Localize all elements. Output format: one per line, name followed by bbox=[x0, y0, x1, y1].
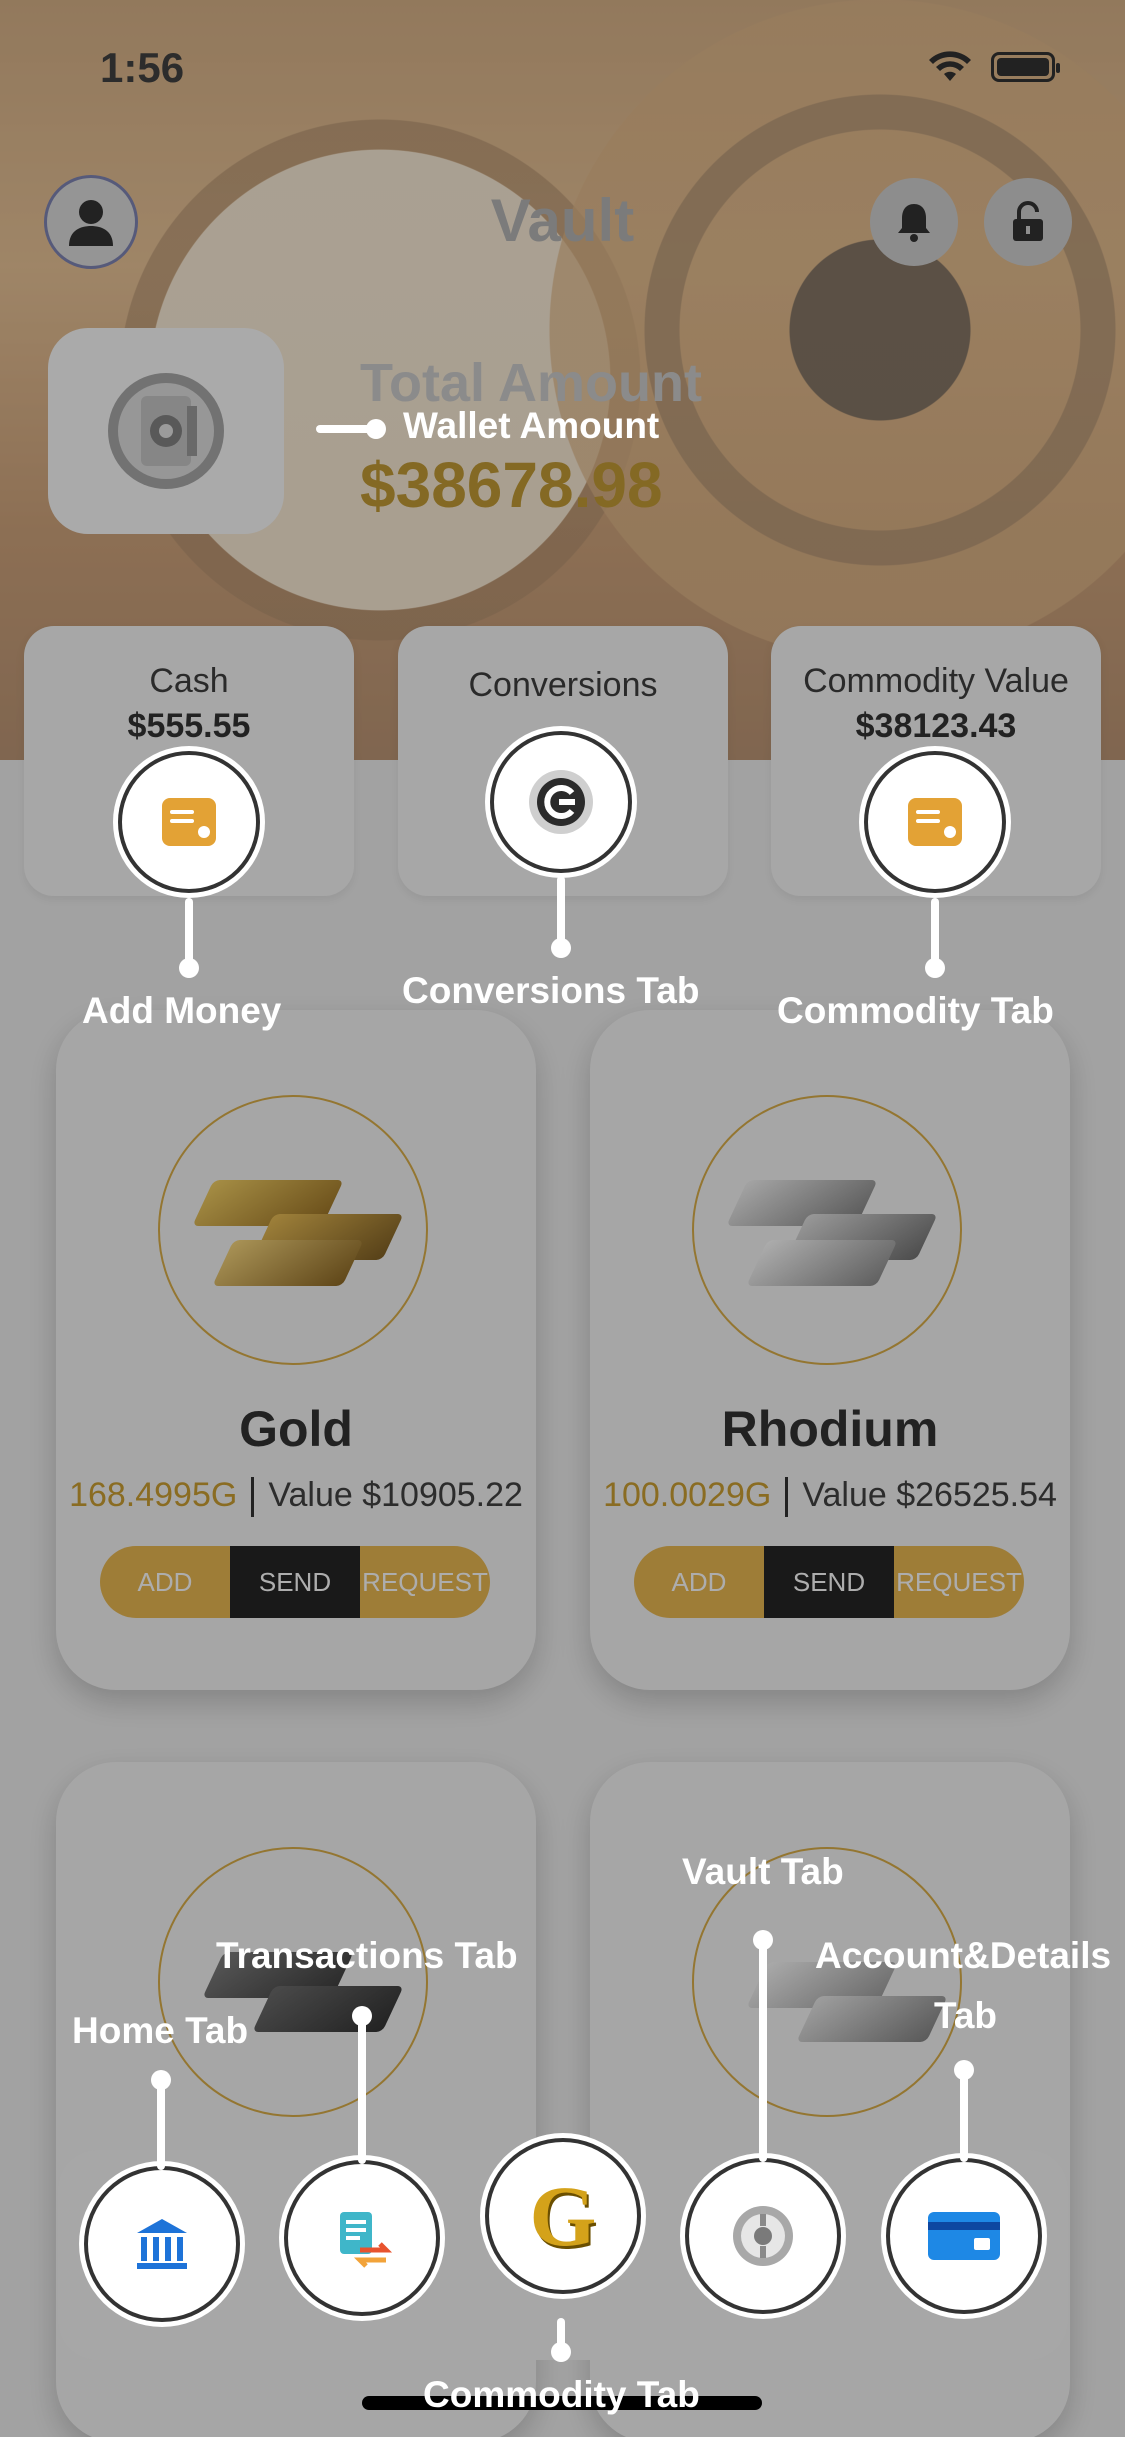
commodity-value-button[interactable] bbox=[868, 755, 1002, 889]
vault-screen: 1:56 Vault Total Amount $38678.98 Cash $… bbox=[0, 0, 1125, 2437]
gold-value: Value $10905.22 bbox=[268, 1476, 523, 1514]
total-amount-value: $38678.98 bbox=[360, 449, 663, 521]
commodity-3-image-ring bbox=[158, 1847, 428, 2117]
commodity-value-label: Commodity Value bbox=[803, 662, 1069, 700]
wallet-amount-annotation: Wallet Amount bbox=[403, 405, 660, 446]
transactions-tab-pointer bbox=[358, 2012, 366, 2164]
tab-account-details[interactable] bbox=[890, 2162, 1038, 2310]
rhodium-add-button[interactable]: ADD bbox=[634, 1546, 764, 1618]
tab-commodity[interactable]: G bbox=[489, 2142, 637, 2290]
battery-icon bbox=[991, 52, 1060, 82]
commodity-tab-annotation: Commodity Tab bbox=[777, 990, 1054, 1031]
status-icons bbox=[927, 50, 1060, 84]
add-money-button[interactable] bbox=[122, 755, 256, 889]
vault-tab-annotation: Vault Tab bbox=[682, 1851, 844, 1892]
commodity-bottom-annotation: Commodity Tab bbox=[423, 2374, 700, 2415]
conversions-dot bbox=[551, 938, 571, 958]
tab-home[interactable] bbox=[88, 2170, 236, 2318]
vault-door-icon bbox=[108, 373, 224, 489]
rhodium-request-button[interactable]: REQUEST bbox=[894, 1546, 1024, 1618]
cash-label: Cash bbox=[149, 662, 229, 700]
transactions-icon bbox=[340, 2212, 393, 2268]
status-time: 1:56 bbox=[100, 44, 185, 91]
bank-icon bbox=[137, 2219, 187, 2269]
unlock-icon bbox=[1013, 201, 1043, 241]
commodity-bottom-dot bbox=[551, 2342, 571, 2362]
rhodium-bars-icon bbox=[726, 1160, 938, 1300]
rhodium-image-ring bbox=[692, 1095, 962, 1365]
rhodium-value: Value $26525.54 bbox=[802, 1476, 1057, 1514]
rhodium-amount: 100.0029G bbox=[603, 1476, 772, 1514]
credit-card-icon bbox=[928, 2212, 1000, 2260]
home-tab-annotation: Home Tab bbox=[72, 2010, 249, 2051]
home-tab-pointer bbox=[157, 2076, 165, 2170]
add-money-dot bbox=[179, 958, 199, 978]
bell-icon bbox=[898, 204, 930, 242]
commodity-g-icon: G bbox=[529, 2168, 597, 2264]
gold-image-ring bbox=[158, 1095, 428, 1365]
rhodium-card[interactable]: Rhodium 100.0029G Value $26525.54 ADD SEN… bbox=[590, 1010, 1070, 1690]
add-money-annotation: Add Money bbox=[82, 990, 282, 1031]
gold-amount: 168.4995G bbox=[69, 1476, 238, 1514]
rhodium-name: Rhodium bbox=[721, 1401, 939, 1457]
commodity-value-amount: $38123.43 bbox=[855, 707, 1017, 745]
gold-bars-icon bbox=[192, 1160, 404, 1300]
conversions-label: Conversions bbox=[468, 666, 658, 704]
conversion-icon bbox=[529, 770, 593, 834]
gold-card[interactable]: Gold 168.4995G Value $10905.22 ADD SEND R… bbox=[56, 1010, 536, 1690]
account-details-annotation: Account&Details bbox=[815, 1935, 1112, 1976]
rhodium-action-segment: ADD SEND REQUEST bbox=[634, 1546, 1024, 1618]
conversions-button[interactable] bbox=[494, 735, 628, 869]
rhodium-send-button[interactable]: SEND bbox=[764, 1546, 894, 1618]
rhodium-meta: 100.0029G Value $26525.54 bbox=[590, 1476, 1070, 1518]
transactions-tab-annotation: Transactions Tab bbox=[216, 1935, 518, 1976]
lock-button[interactable] bbox=[984, 178, 1072, 266]
gold-request-button[interactable]: REQUEST bbox=[360, 1546, 490, 1618]
wallet-icon bbox=[162, 798, 216, 846]
tab-transactions[interactable] bbox=[288, 2164, 436, 2312]
gold-send-button[interactable]: SEND bbox=[230, 1546, 360, 1618]
wallet-icon bbox=[908, 798, 962, 846]
gold-meta: 168.4995G Value $10905.22 bbox=[56, 1476, 536, 1518]
wifi-icon bbox=[929, 51, 971, 81]
cash-value: $555.55 bbox=[127, 707, 251, 745]
conversions-annotation: Conversions Tab bbox=[402, 970, 700, 1011]
wallet-amount-dot bbox=[366, 419, 386, 439]
account-details-annotation-line2: Tab bbox=[934, 1995, 998, 2036]
vault-tab-pointer bbox=[759, 1936, 767, 2162]
wallet-image-card bbox=[48, 328, 284, 534]
tab-vault[interactable] bbox=[689, 2162, 837, 2310]
vault-icon bbox=[733, 2206, 793, 2266]
commodity-tab-dot bbox=[925, 958, 945, 978]
gold-name: Gold bbox=[239, 1401, 353, 1457]
gold-add-button[interactable]: ADD bbox=[100, 1546, 230, 1618]
notifications-button[interactable] bbox=[870, 178, 958, 266]
account-details-pointer bbox=[960, 2066, 968, 2162]
gold-action-segment: ADD SEND REQUEST bbox=[100, 1546, 490, 1618]
